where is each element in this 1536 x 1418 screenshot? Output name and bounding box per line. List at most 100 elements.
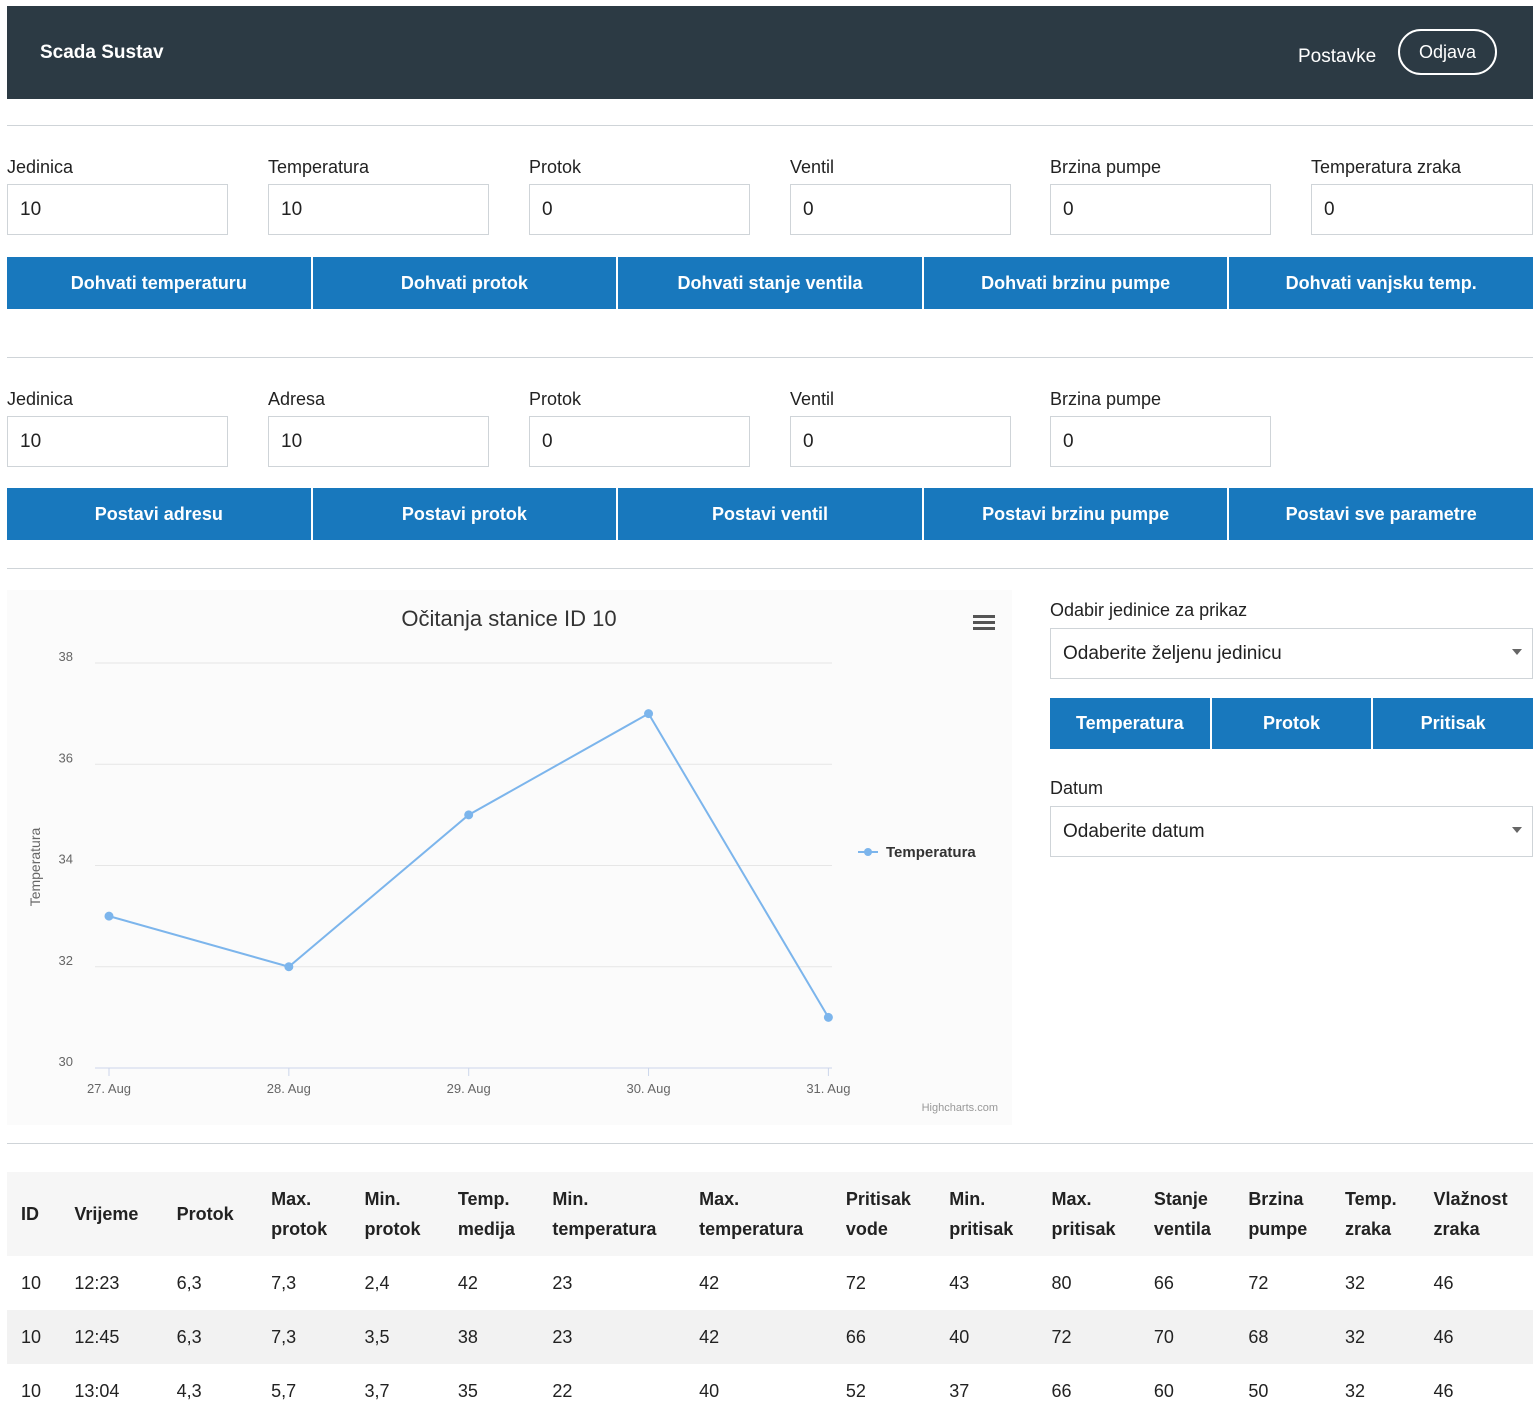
table-cell: 4,3 <box>176 1380 202 1401</box>
table-cell: 32 <box>1345 1272 1366 1293</box>
column-header[interactable]: Temp. zraka <box>1331 1172 1420 1256</box>
table-cell: 50 <box>1248 1380 1269 1401</box>
metric-temperature-button[interactable]: Temperatura <box>1050 698 1212 749</box>
column-header-label: Temp. <box>1345 1189 1397 1209</box>
set-pump-speed-button[interactable]: Postavi brzinu pumpe <box>923 488 1230 540</box>
legend-item-temperatura[interactable]: Temperatura <box>886 844 976 861</box>
highcharts-credit[interactable]: Highcharts.com <box>922 1102 998 1114</box>
write-pump-speed-input[interactable]: 0 <box>1050 416 1271 467</box>
column-header-label: pumpe <box>1248 1219 1308 1239</box>
divider <box>7 1143 1533 1144</box>
get-flow-button[interactable]: Dohvati protok <box>312 257 619 309</box>
data-point[interactable] <box>823 1012 833 1022</box>
write-unit-input[interactable]: 10 <box>7 416 228 467</box>
get-outdoor-temp-button[interactable]: Dohvati vanjsku temp. <box>1229 257 1533 309</box>
set-valve-button[interactable]: Postavi ventil <box>618 488 924 540</box>
write-valve-input[interactable]: 0 <box>790 416 1011 467</box>
column-header-label: Min. <box>552 1189 589 1209</box>
unit-select[interactable]: Odaberite željenu jedinicu <box>1050 628 1533 679</box>
column-header-label: Temp. <box>457 1189 510 1209</box>
column-header[interactable]: Protok <box>162 1172 258 1256</box>
table-row[interactable]: 10 12:23 6,3 7,3 2,4 42 23 42 72 43 80 66 72 32 46 <box>7 1256 1533 1310</box>
column-header[interactable]: Temp. medija <box>443 1172 539 1256</box>
column-header[interactable]: Max. temperatura <box>685 1172 832 1256</box>
column-header-label: zraka <box>1433 1219 1480 1239</box>
metric-pressure-button[interactable]: Pritisak <box>1373 698 1534 749</box>
read-valve-label: Ventil <box>790 157 835 177</box>
table-cell: 3,5 <box>350 1310 444 1364</box>
get-valve-state-button[interactable]: Dohvati stanje ventila <box>618 257 924 309</box>
read-air-temperature-input[interactable]: 0 <box>1311 184 1533 235</box>
column-header[interactable]: Max. pritisak <box>1037 1172 1140 1256</box>
logout-button[interactable]: Odjava <box>1398 29 1497 75</box>
read-air-temperature-label: Temperatura zraka <box>1311 157 1462 177</box>
column-header[interactable]: Brzina pumpe <box>1234 1172 1332 1256</box>
y-axis-ticks: 30 32 34 36 38 <box>59 649 73 1069</box>
table-cell: 37 <box>949 1380 970 1401</box>
table-cell: 66 <box>831 1310 936 1364</box>
column-header[interactable]: Pritisak vode <box>831 1172 936 1256</box>
date-select-label: Datum <box>1050 778 1104 798</box>
table-row[interactable]: 10 12:45 6,3 7,3 3,5 38 23 42 66 40 72 70 68 32 46 <box>7 1310 1533 1364</box>
write-flow-input[interactable]: 0 <box>529 416 750 467</box>
x-tick-label: 30. Aug <box>626 1081 670 1096</box>
set-all-parameters-button[interactable]: Postavi sve parametre <box>1229 488 1533 540</box>
write-address-label: Adresa <box>268 389 326 409</box>
table-cell: 72 <box>845 1272 866 1293</box>
read-temperature-input[interactable]: 10 <box>268 184 489 235</box>
settings-link[interactable]: Postavke <box>1298 46 1376 68</box>
set-flow-button[interactable]: Postavi protok <box>312 488 619 540</box>
column-header-label: pritisak <box>949 1219 1014 1239</box>
column-header-label: temperatura <box>699 1219 804 1239</box>
get-pump-speed-button[interactable]: Dohvati brzinu pumpe <box>923 257 1230 309</box>
table-cell: 35 <box>457 1380 478 1401</box>
read-pump-speed-label: Brzina pumpe <box>1050 157 1162 177</box>
write-flow-label: Protok <box>529 389 582 409</box>
set-address-button[interactable]: Postavi adresu <box>7 488 313 540</box>
get-temperature-button[interactable]: Dohvati temperaturu <box>7 257 313 309</box>
column-header[interactable]: ID <box>7 1172 61 1256</box>
table-cell: 7,3 <box>271 1272 297 1293</box>
read-flow-label: Protok <box>529 157 582 177</box>
table-cell: 66 <box>1051 1380 1072 1401</box>
data-point[interactable] <box>104 911 114 921</box>
data-point[interactable] <box>464 810 474 820</box>
column-header[interactable]: Min. temperatura <box>538 1172 686 1256</box>
column-header[interactable]: Min. pritisak <box>935 1172 1038 1256</box>
readings-table: ID Vrijeme Protok Max. protok Min. protok Temp.… <box>7 1172 1533 1418</box>
column-header[interactable]: Stanje ventila <box>1139 1172 1235 1256</box>
metric-flow-button[interactable]: Protok <box>1211 698 1374 749</box>
chart-container: Očitanja stanice ID 10 30 32 34 36 38 27. Au… <box>7 590 1012 1125</box>
brand-title[interactable]: Scada Sustav <box>40 42 164 64</box>
read-unit-input[interactable]: 10 <box>7 184 228 235</box>
x-tick-label: 29. Aug <box>447 1081 491 1096</box>
table-cell: 23 <box>552 1272 573 1293</box>
table-cell: 70 <box>1139 1310 1235 1364</box>
date-select[interactable]: Odaberite datum <box>1050 806 1533 857</box>
data-point[interactable] <box>284 962 294 972</box>
column-header[interactable]: Vrijeme <box>60 1172 163 1256</box>
read-pump-speed-input[interactable]: 0 <box>1050 184 1271 235</box>
table-cell: 2,4 <box>364 1272 390 1293</box>
legend[interactable]: Temperatura <box>858 844 976 861</box>
menu-icon[interactable] <box>973 615 995 630</box>
read-valve-input[interactable]: 0 <box>790 184 1011 235</box>
table-cell: 22 <box>552 1380 573 1401</box>
write-pump-speed-label: Brzina pumpe <box>1050 389 1162 409</box>
column-header-label: ID <box>21 1204 39 1224</box>
chevron-down-icon <box>1512 649 1522 655</box>
column-header[interactable]: Min. protok <box>350 1172 444 1256</box>
data-point[interactable] <box>644 709 654 719</box>
column-header[interactable]: Vlažnost zraka <box>1419 1172 1533 1256</box>
column-header-label: protok <box>364 1219 421 1239</box>
column-header[interactable]: Max. protok <box>257 1172 351 1256</box>
table-row[interactable]: 10 13:04 4,3 5,7 3,7 35 22 40 52 37 66 60 50 32 46 <box>7 1364 1533 1418</box>
table-cell: 3,7 <box>364 1380 390 1401</box>
divider <box>7 125 1533 126</box>
read-unit-label: Jedinica <box>7 157 74 177</box>
column-header-label: Min. <box>364 1189 401 1209</box>
read-flow-input[interactable]: 0 <box>529 184 750 235</box>
write-address-input[interactable]: 10 <box>268 416 489 467</box>
chart-title: Očitanja stanice ID 10 <box>401 606 616 631</box>
write-valve-label: Ventil <box>790 389 835 409</box>
